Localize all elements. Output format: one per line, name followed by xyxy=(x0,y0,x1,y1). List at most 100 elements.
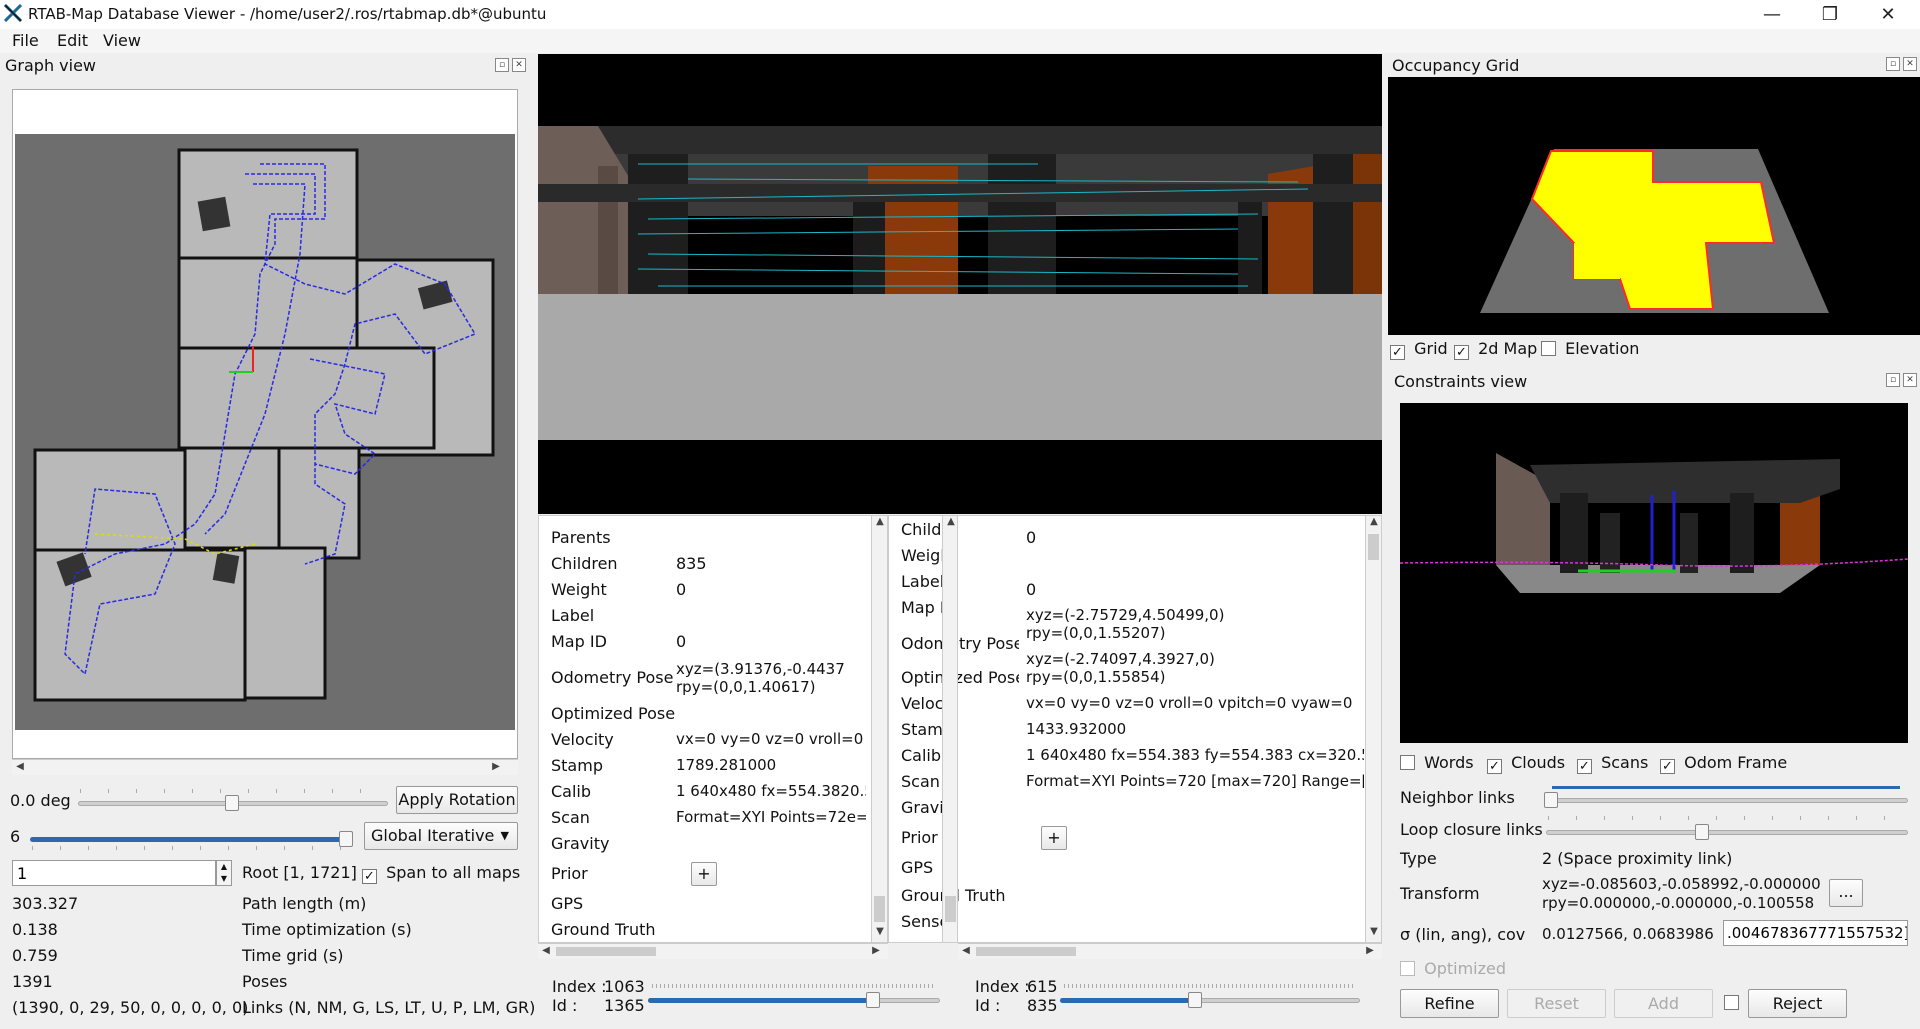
left-index-slider-handle[interactable] xyxy=(866,992,880,1008)
window-title: RTAB-Map Database Viewer - /home/user2/.… xyxy=(28,5,547,23)
iterations-slider[interactable] xyxy=(30,837,350,842)
menu-view[interactable]: View xyxy=(103,31,141,50)
stat-label: Path length (m) xyxy=(242,894,367,913)
odom-frame-checkbox[interactable]: ✓ Odom Frame xyxy=(1660,753,1787,774)
elevation-checkbox[interactable]: Elevation xyxy=(1541,339,1639,358)
info-key: Odometry Pose xyxy=(551,668,674,687)
transform-details-button[interactable]: ... xyxy=(1829,879,1863,907)
rotation-value: 0.0 deg xyxy=(10,791,71,810)
optimizer-value: Global Iterative xyxy=(371,826,495,845)
words-check-icon xyxy=(1400,755,1415,770)
info-key: Stamp xyxy=(551,756,603,775)
right-info-vscroll[interactable]: ▲ ▼ xyxy=(1365,516,1381,942)
right-id-label: Id : xyxy=(975,996,1001,1015)
graph-canvas[interactable] xyxy=(12,89,518,759)
apply-rotation-button[interactable]: Apply Rotation xyxy=(396,786,518,814)
prior-add-button[interactable]: + xyxy=(1041,826,1067,850)
graph-view-title: Graph view xyxy=(5,56,97,75)
stat-value: 0.759 xyxy=(12,946,58,965)
info-key: Weight xyxy=(551,580,607,599)
reject-option-checkbox[interactable] xyxy=(1724,995,1739,1010)
close-dock-icon[interactable]: ✕ xyxy=(1903,57,1917,71)
neighbor-links-slider-handle[interactable] xyxy=(1544,792,1558,808)
type-value: 2 (Space proximity link) xyxy=(1542,849,1733,868)
add-button[interactable]: Add xyxy=(1614,989,1713,1018)
close-button[interactable]: ✕ xyxy=(1862,2,1914,28)
root-input[interactable] xyxy=(12,860,216,886)
left-id-value: 1365 xyxy=(604,996,645,1015)
reject-button[interactable]: Reject xyxy=(1748,989,1847,1018)
odom-frame-check-icon: ✓ xyxy=(1660,759,1675,774)
info-key: Children xyxy=(551,554,618,573)
optimizer-select[interactable]: Global Iterative ▼ xyxy=(364,822,518,850)
right-index-label: Index : xyxy=(975,977,1030,996)
info-key: Odometry Pose xyxy=(901,634,1019,653)
grid-checkbox[interactable]: ✓ Grid xyxy=(1390,339,1448,360)
info-key: Optimized Pose xyxy=(551,704,676,723)
float-icon[interactable]: ▫ xyxy=(1886,373,1900,387)
info-key: Prior xyxy=(551,864,588,883)
info-key: Senso xyxy=(901,912,947,931)
left-info-vscroll[interactable]: ▲ ▼ xyxy=(871,516,887,942)
menu-edit[interactable]: Edit xyxy=(57,31,88,50)
stat-label: Links (N, NM, G, LS, LT, U, P, LM, GR) xyxy=(242,998,536,1017)
menu-bar: File Edit View xyxy=(0,29,1920,53)
info-key: Scan xyxy=(901,772,940,791)
minimize-button[interactable]: — xyxy=(1746,2,1798,28)
constraints-3d-view[interactable] xyxy=(1399,403,1909,743)
info-key: Optimized Pose xyxy=(901,668,1019,687)
prior-add-button[interactable]: + xyxy=(691,862,717,886)
info-value: 0 xyxy=(676,580,687,599)
covariance-field[interactable] xyxy=(1723,920,1908,946)
span-maps-label: Span to all maps xyxy=(386,863,521,882)
map2d-checkbox[interactable]: ✓ 2d Map xyxy=(1454,339,1537,360)
info-key: Parents xyxy=(551,528,611,547)
scans-checkbox[interactable]: ✓ Scans xyxy=(1577,753,1648,774)
info-value: xyz=(3.91376,-0.4437 xyxy=(676,660,845,678)
info-value: vx=0 vy=0 vz=0 vroll=0 xyxy=(676,730,864,748)
right-index-slider-handle[interactable] xyxy=(1188,992,1202,1008)
splitter-line xyxy=(1552,786,1900,789)
image-view[interactable] xyxy=(538,54,1382,514)
grid-label: Grid xyxy=(1414,339,1448,358)
optimized-checkbox[interactable]: Optimized xyxy=(1400,959,1506,978)
info-key: Scan xyxy=(551,808,590,827)
graph-hscroll[interactable]: ◀ ▶ xyxy=(12,759,518,775)
neighbor-links-slider[interactable] xyxy=(1546,798,1908,803)
left-info-hscroll[interactable]: ◀ ▶ xyxy=(538,943,888,959)
info-value: 0 xyxy=(1026,580,1037,599)
root-stepper[interactable]: ▲ ▼ xyxy=(216,860,232,886)
refine-button[interactable]: Refine xyxy=(1400,989,1499,1018)
info-value: vx=0 vy=0 vz=0 vroll=0 vpitch=0 vyaw=0 xyxy=(1026,694,1353,712)
occupancy-grid-view[interactable] xyxy=(1388,77,1920,335)
maximize-button[interactable]: ❐ xyxy=(1804,2,1856,28)
float-icon[interactable]: ▫ xyxy=(1886,57,1900,71)
clouds-checkbox[interactable]: ✓ Clouds xyxy=(1487,753,1565,774)
info-key: GPS xyxy=(901,858,934,877)
info-value: 1789.281000 xyxy=(676,756,777,774)
loop-closure-slider[interactable] xyxy=(1546,830,1908,835)
iterations-value: 6 xyxy=(10,827,21,846)
close-dock-icon[interactable]: ✕ xyxy=(512,58,526,72)
right-index-value: 615 xyxy=(1027,977,1058,996)
reset-button[interactable]: Reset xyxy=(1507,989,1606,1018)
words-checkbox[interactable]: Words xyxy=(1400,753,1474,772)
menu-file[interactable]: File xyxy=(12,31,39,50)
rotation-slider-handle[interactable] xyxy=(225,795,239,811)
sigma-value: 0.0127566, 0.0683986 xyxy=(1542,925,1714,943)
close-dock-icon[interactable]: ✕ xyxy=(1903,373,1917,387)
chevron-down-icon: ▼ xyxy=(500,829,509,842)
odom-frame-label: Odom Frame xyxy=(1684,753,1788,772)
stat-label: Poses xyxy=(242,972,288,991)
stat-value: 1391 xyxy=(12,972,53,991)
iterations-slider-handle[interactable] xyxy=(339,831,353,847)
map-image xyxy=(15,134,515,730)
right-info-hscroll[interactable]: ◀ ▶ xyxy=(958,943,1382,959)
float-icon[interactable]: ▫ xyxy=(495,58,509,72)
span-maps-checkbox[interactable]: ✓ Span to all maps xyxy=(362,863,520,884)
loop-closure-slider-handle[interactable] xyxy=(1695,824,1709,840)
scans-label: Scans xyxy=(1601,753,1649,772)
transform-label: Transform xyxy=(1400,884,1480,903)
splitter-scroll[interactable]: ▲ xyxy=(942,515,958,943)
info-key: Gravity xyxy=(551,834,610,853)
